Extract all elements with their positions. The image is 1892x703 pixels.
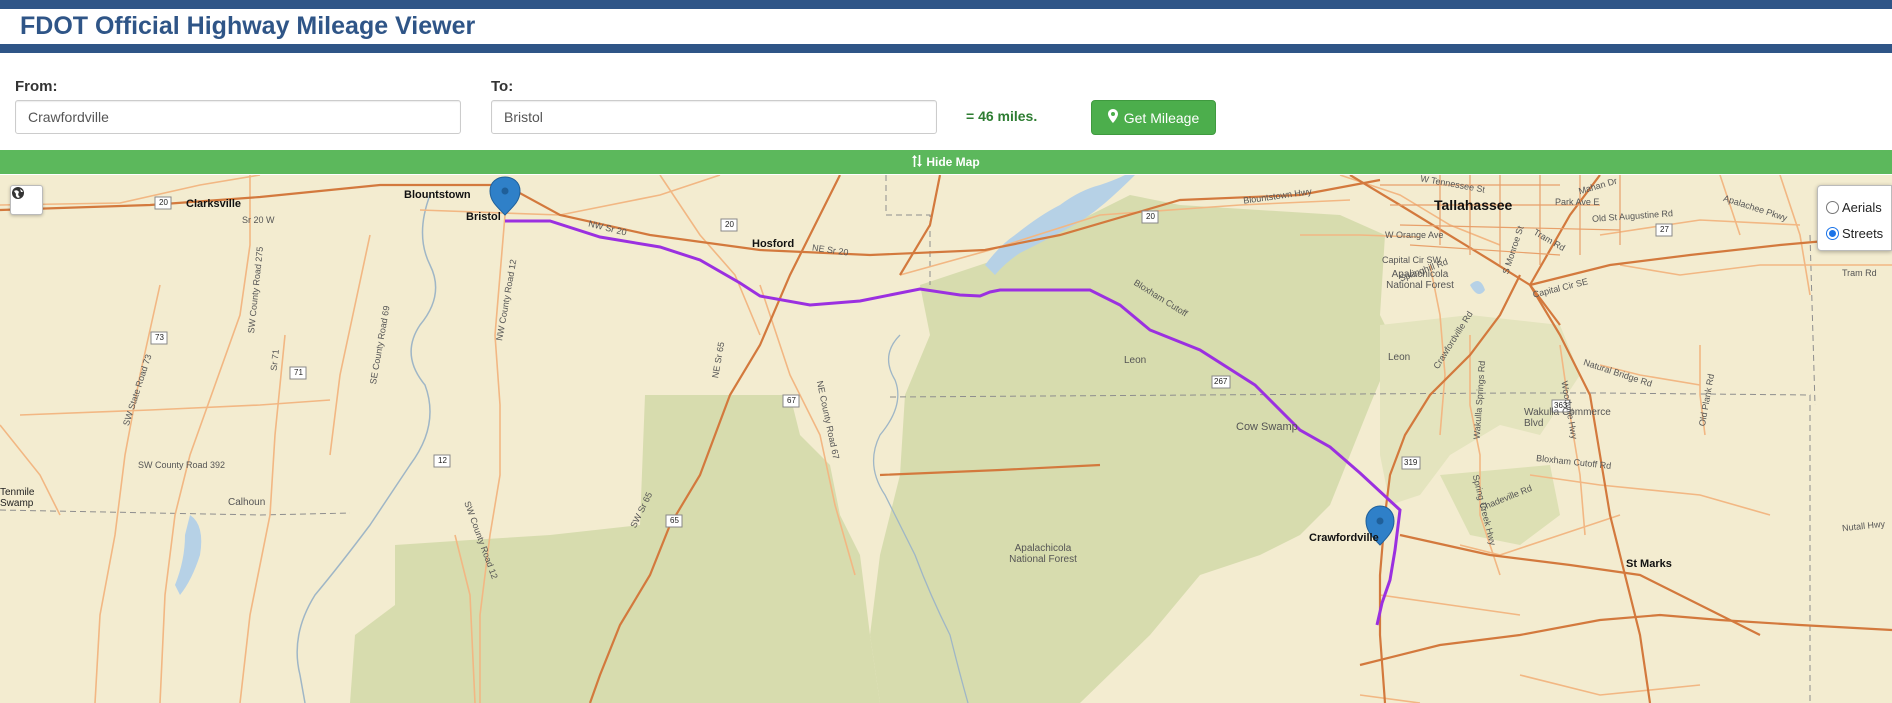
hide-map-toggle[interactable]: Hide Map (0, 150, 1892, 174)
label-apalachicola-nf-south: Apalachicola National Forest (1009, 543, 1077, 565)
header-divider-bar (0, 44, 1892, 53)
mileage-result: = 46 miles. (966, 108, 1038, 124)
label-park-ave-e: Park Ave E (1555, 197, 1600, 207)
shield-319: 319 (1404, 458, 1418, 467)
marker-bristol (489, 176, 521, 216)
shield-267: 267 (1214, 377, 1228, 386)
shield-20-c: 20 (725, 220, 734, 229)
layer-option-aerials[interactable]: Aerials (1826, 194, 1891, 220)
forest-area-west (350, 395, 880, 703)
page-title: FDOT Official Highway Mileage Viewer (20, 12, 476, 40)
label-leon-2: Leon (1388, 352, 1411, 363)
river-segment (175, 515, 202, 595)
hide-map-label: Hide Map (926, 155, 980, 169)
map-view[interactable]: Bristol Blountstown Clarksville Tallahas… (0, 175, 1892, 703)
top-header-bar (0, 0, 1892, 9)
to-label: To: (491, 78, 514, 95)
shield-65: 65 (670, 516, 679, 525)
locate-button[interactable] (10, 185, 43, 215)
aerials-label: Aerials (1842, 199, 1882, 215)
aerials-radio[interactable] (1826, 200, 1839, 214)
shield-67: 67 (787, 396, 796, 405)
label-sr-20-w: Sr 20 W (242, 215, 275, 225)
label-w-orange-ave: W Orange Ave (1385, 230, 1444, 240)
from-label: From: (15, 78, 58, 95)
label-bristol: Bristol (466, 211, 501, 223)
to-input[interactable] (491, 100, 937, 134)
label-clarksville: Clarksville (186, 198, 242, 210)
layer-option-streets[interactable]: Streets (1826, 220, 1891, 246)
label-tram-rd-2: Tram Rd (1842, 268, 1877, 278)
label-sw-county-road-392: SW County Road 392 (138, 460, 226, 470)
map-marker-icon (1107, 109, 1118, 126)
get-mileage-button[interactable]: Get Mileage (1091, 100, 1216, 135)
label-calhoun: Calhoun (228, 497, 266, 508)
shield-27: 27 (1660, 225, 1669, 234)
from-input[interactable] (15, 100, 461, 134)
shield-363: 363 (1554, 401, 1568, 410)
shield-71: 71 (294, 368, 303, 377)
shield-12: 12 (438, 456, 447, 465)
label-hosford: Hosford (752, 238, 795, 250)
forest-area-east (870, 195, 1395, 703)
label-tenmile: Tenmile Swamp (0, 487, 35, 509)
label-crawfordville: Crawfordville (1309, 532, 1379, 544)
map-canvas (0, 175, 1892, 703)
streets-radio[interactable] (1826, 226, 1839, 240)
county-line-2 (1809, 234, 1816, 406)
sort-arrows-icon (912, 154, 923, 170)
label-leon-1: Leon (1124, 355, 1147, 366)
label-cow-swamp: Cow Swamp (1236, 421, 1298, 433)
layer-switcher: Aerials Streets (1817, 185, 1892, 251)
shield-73: 73 (155, 333, 164, 342)
get-mileage-label: Get Mileage (1123, 109, 1200, 126)
streets-label: Streets (1842, 225, 1884, 241)
pond (1470, 281, 1485, 294)
shield-20-a: 20 (159, 198, 168, 207)
label-blountstown: Blountstown (404, 189, 471, 201)
label-tallahassee: Tallahassee (1434, 197, 1513, 213)
label-st-marks: St Marks (1626, 558, 1672, 570)
shield-20-b: 20 (1146, 212, 1155, 221)
